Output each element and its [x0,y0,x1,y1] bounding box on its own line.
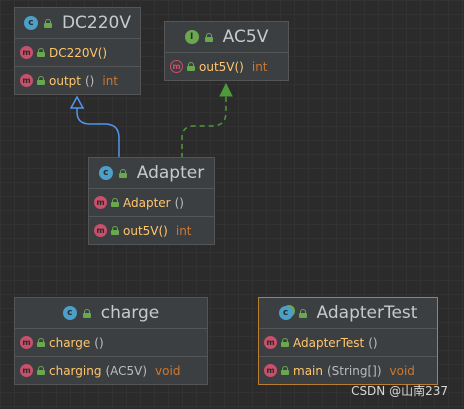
class-icon: c [62,306,77,320]
class-adaptertest[interactable]: c AdapterTest m AdapterTest () m main (S… [258,297,438,385]
lock-icon [43,18,52,28]
class-title: AC5V [222,27,269,47]
method-return: int [175,223,192,238]
static-method-icon: m [264,364,277,377]
lock-icon [187,62,195,71]
lock-icon [37,366,45,375]
interface-icon: I [184,30,199,44]
lock-icon [111,226,119,235]
class-charge[interactable]: c charge m charge () m charging (AC5V) v… [14,297,208,385]
method-name: DC220V() [49,45,108,60]
method-name: out5V() [123,223,168,238]
method-icon: m [20,46,33,59]
lock-icon [281,338,289,347]
interface-ac5v[interactable]: I AC5V m out5V() int [164,21,289,81]
class-header: c AdapterTest [259,298,437,329]
method-params: () [174,195,184,210]
class-header: I AC5V [165,22,288,53]
method-name: Adapter [123,195,171,210]
lock-icon [82,308,91,318]
method-row[interactable]: m outpt () int [15,67,140,94]
method-params: () [84,73,95,88]
method-name: charging [49,363,102,378]
method-row[interactable]: m out5V() int [89,217,214,244]
lock-icon [37,338,45,347]
extends-arrowhead [69,95,85,109]
lock-icon [37,76,45,85]
abstract-method-icon: m [170,60,183,73]
method-return: int [251,59,268,74]
method-icon: m [20,336,33,349]
method-icon: m [20,364,33,377]
method-row[interactable]: m charge () [15,329,207,357]
class-icon: c [23,16,38,30]
method-return: void [389,363,415,378]
watermark: CSDN @山南237 [351,384,448,398]
class-title: AdapterTest [316,303,418,323]
method-name: outpt [49,73,81,88]
lock-icon [281,366,289,375]
method-params: () [368,335,378,350]
method-return: void [155,363,181,378]
method-name: main [293,363,323,378]
class-title: charge [100,303,160,323]
implements-arrowhead [219,82,233,97]
lock-icon [111,198,119,207]
method-name: out5V() [199,59,244,74]
class-adapter[interactable]: c Adapter m Adapter () m out5V() int [88,157,215,245]
class-header: c DC220V [15,8,140,39]
lock-icon [204,32,213,42]
method-row[interactable]: m AdapterTest () [259,329,437,357]
lock-icon [298,308,307,318]
method-row[interactable]: m Adapter () [89,189,214,217]
method-params: () [94,335,104,350]
method-row[interactable]: m charging (AC5V) void [15,357,207,384]
lock-icon [118,168,127,178]
runnable-class-icon: c [278,306,293,320]
method-icon: m [94,196,107,209]
method-row[interactable]: m main (String[]) void [259,357,437,384]
method-icon: m [94,224,107,237]
class-icon: c [98,166,113,180]
method-params: (String[]) [326,363,382,378]
method-icon: m [20,74,33,87]
class-header: c Adapter [89,158,214,189]
class-header: c charge [15,298,207,329]
method-params: (AC5V) [105,363,148,378]
method-name: AdapterTest [293,335,365,350]
class-title: DC220V [61,13,132,33]
method-icon: m [264,336,277,349]
method-name: charge [49,335,91,350]
method-row[interactable]: m out5V() int [165,53,288,80]
class-dc220v[interactable]: c DC220V m DC220V() m outpt () int [14,7,141,95]
extends-arrow [76,108,120,158]
class-title: Adapter [136,163,205,183]
lock-icon [37,48,45,57]
implements-arrow [181,96,227,158]
method-row[interactable]: m DC220V() [15,39,140,67]
method-return: int [102,73,119,88]
